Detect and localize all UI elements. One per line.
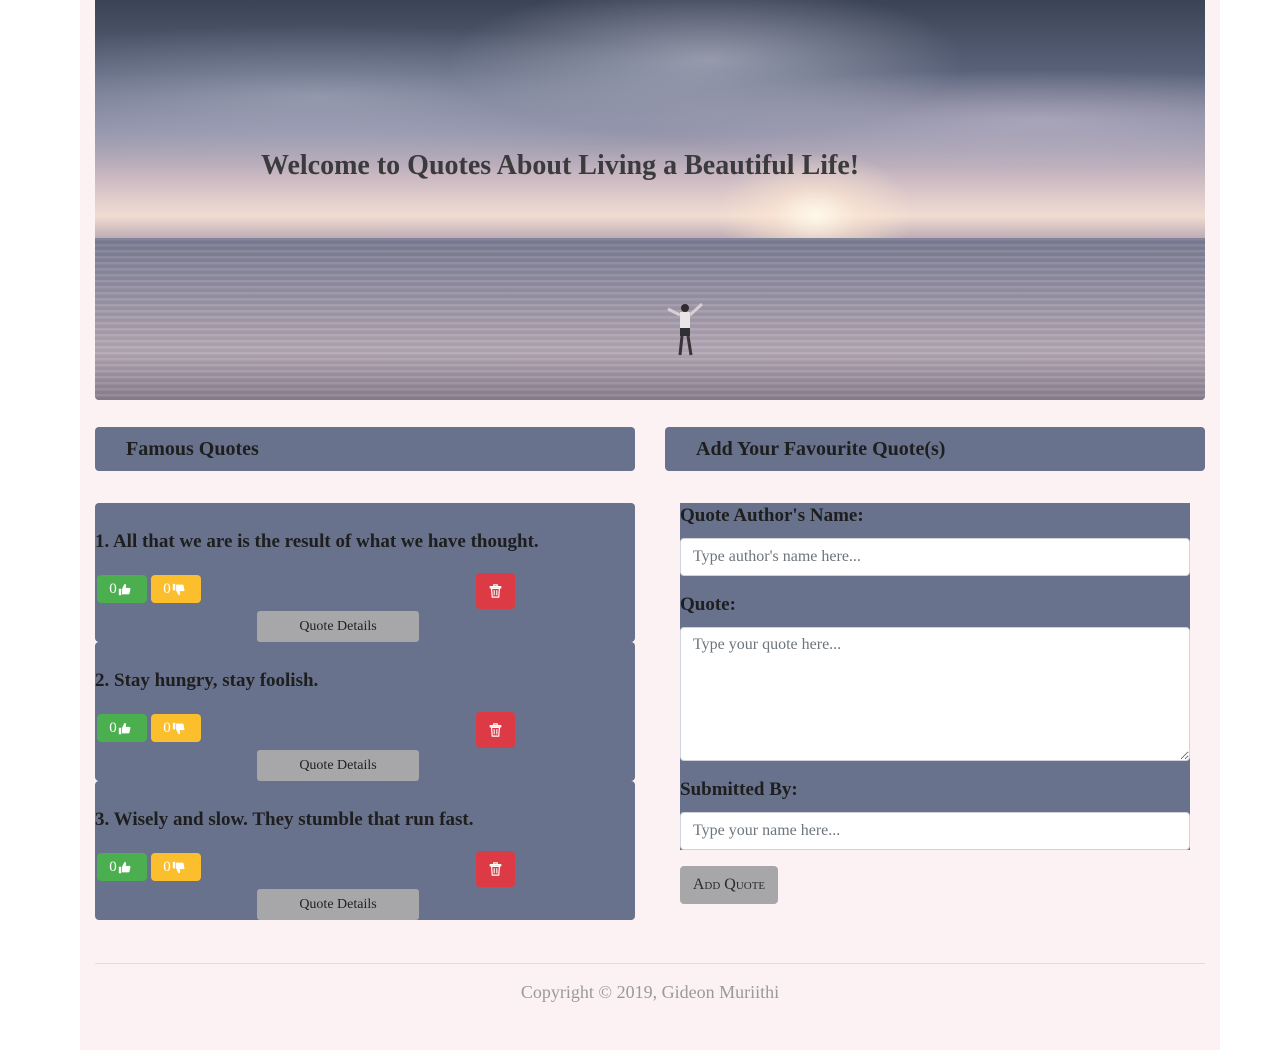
thumbs-up-icon <box>118 583 131 595</box>
delete-button[interactable] <box>476 573 515 609</box>
dislike-count: 0 <box>163 858 171 875</box>
quote-card: 2. Stay hungry, stay foolish. 0 0 Quote … <box>95 642 635 781</box>
delete-button[interactable] <box>476 712 515 748</box>
author-name-input[interactable] <box>680 538 1190 576</box>
footer-divider <box>95 963 1205 964</box>
hero-person-figure <box>667 302 704 356</box>
author-name-label: Quote Author's Name: <box>680 505 864 526</box>
famous-quotes-header: Famous Quotes <box>95 427 635 471</box>
hero-banner: Welcome to Quotes About Living a Beautif… <box>95 0 1205 400</box>
dislike-button[interactable]: 0 <box>151 853 201 881</box>
hero-title: Welcome to Quotes About Living a Beautif… <box>261 150 860 181</box>
quote-label: Quote: <box>680 594 736 615</box>
hero-sky <box>95 0 1205 240</box>
dislike-button[interactable]: 0 <box>151 714 201 742</box>
quote-text: 1. All that we are is the result of what… <box>95 531 539 552</box>
thumbs-up-icon <box>118 722 131 734</box>
submitted-by-input[interactable] <box>680 812 1190 850</box>
hero-sea <box>95 238 1205 400</box>
delete-button[interactable] <box>476 851 515 887</box>
thumbs-down-icon <box>172 722 185 734</box>
like-count: 0 <box>109 858 117 875</box>
add-quote-title: Add Your Favourite Quote(s) <box>696 438 946 460</box>
quote-details-button[interactable]: Quote Details <box>257 611 419 642</box>
trash-icon <box>489 723 502 737</box>
add-quote-button[interactable]: Add Quote <box>680 866 778 904</box>
quote-card: 3. Wisely and slow. They stumble that ru… <box>95 781 635 920</box>
quote-details-button[interactable]: Quote Details <box>257 750 419 781</box>
add-quote-header: Add Your Favourite Quote(s) <box>665 427 1205 471</box>
trash-icon <box>489 862 502 876</box>
quote-text: 3. Wisely and slow. They stumble that ru… <box>95 809 474 830</box>
footer-copyright: Copyright © 2019, Gideon Muriithi <box>520 982 780 1002</box>
quote-card: 1. All that we are is the result of what… <box>95 503 635 642</box>
famous-quotes-title: Famous Quotes <box>126 438 259 460</box>
like-button[interactable]: 0 <box>97 853 147 881</box>
like-button[interactable]: 0 <box>97 575 147 603</box>
like-count: 0 <box>109 580 117 597</box>
dislike-count: 0 <box>163 719 171 736</box>
dislike-count: 0 <box>163 580 171 597</box>
like-button[interactable]: 0 <box>97 714 147 742</box>
thumbs-down-icon <box>172 583 185 595</box>
quote-text: 2. Stay hungry, stay foolish. <box>95 670 319 691</box>
thumbs-up-icon <box>118 861 131 873</box>
submitted-by-label: Submitted By: <box>680 779 798 800</box>
add-quote-form: Quote Author's Name: Quote: Submitted By… <box>680 503 1190 850</box>
page-container: Welcome to Quotes About Living a Beautif… <box>80 0 1220 1050</box>
thumbs-down-icon <box>172 861 185 873</box>
quote-textarea[interactable] <box>680 627 1190 761</box>
quote-details-button[interactable]: Quote Details <box>257 889 419 920</box>
trash-icon <box>489 584 502 598</box>
dislike-button[interactable]: 0 <box>151 575 201 603</box>
like-count: 0 <box>109 719 117 736</box>
